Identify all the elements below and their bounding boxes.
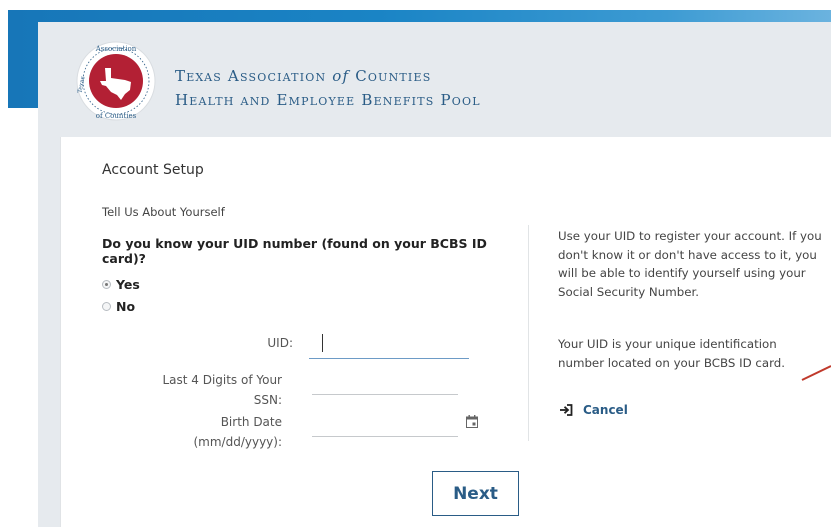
section-title: Account Setup (102, 162, 204, 178)
uid-underline (309, 358, 469, 359)
birth-label-line1: Birth Date (220, 415, 282, 429)
form-card (60, 137, 831, 527)
uid-label: UID: (267, 336, 293, 350)
seal-text-top: Association (95, 45, 137, 53)
ssn-input[interactable] (313, 372, 457, 394)
radio-yes-indicator[interactable] (102, 280, 111, 289)
org-title-part-3: Counties (349, 67, 432, 85)
radio-no[interactable]: No (102, 299, 135, 314)
form-subtitle: Tell Us About Yourself (102, 205, 225, 219)
birth-date-label: Birth Date (mm/dd/yyyy): (130, 412, 282, 452)
ssn-label: Last 4 Digits of Your SSN: (130, 370, 282, 410)
org-title-part-2: of (332, 67, 350, 85)
org-title-part-1: Texas Association (175, 67, 333, 85)
help-paragraph-2: Your UID is your unique identification n… (558, 337, 785, 370)
birth-date-input[interactable] (313, 414, 457, 436)
radio-yes[interactable]: Yes (102, 277, 140, 292)
cancel-link[interactable]: Cancel (559, 403, 628, 417)
ssn-label-line1: Last 4 Digits of Your (162, 373, 282, 387)
ssn-label-line2: SSN: (253, 393, 282, 407)
next-button[interactable]: Next (432, 471, 519, 516)
org-subtitle: Health and Employee Benefits Pool (175, 91, 481, 109)
sign-in-arrow-icon (560, 404, 573, 416)
radio-yes-label: Yes (116, 277, 140, 292)
radio-no-indicator[interactable] (102, 302, 111, 311)
birth-date-underline (312, 436, 458, 437)
uid-input[interactable] (313, 334, 467, 356)
cancel-label: Cancel (583, 403, 628, 417)
text-cursor (322, 334, 323, 352)
uid-question: Do you know your UID number (found on yo… (102, 236, 487, 266)
column-divider (528, 225, 529, 441)
help-paragraph-1: Use your UID to register your account. I… (558, 229, 822, 299)
organization-title: Texas Association of Counties Health and… (175, 64, 481, 112)
texas-seal-icon: Association of Counties Texas (76, 41, 156, 121)
seal-text-bottom: of Counties (96, 112, 137, 120)
ssn-underline (312, 394, 458, 395)
birth-label-line2: (mm/dd/yyyy): (193, 435, 282, 449)
pointer-annotation (801, 365, 831, 381)
calendar-icon[interactable] (466, 415, 478, 428)
radio-no-label: No (116, 299, 136, 314)
